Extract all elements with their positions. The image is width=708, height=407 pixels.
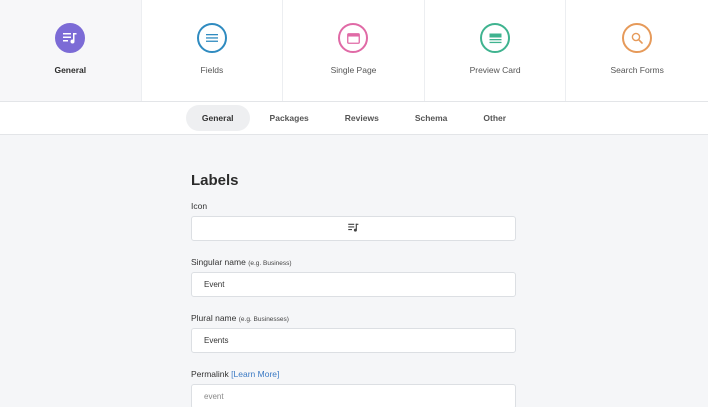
window-icon bbox=[338, 23, 369, 53]
card-icon bbox=[480, 23, 511, 53]
tab-label: Single Page bbox=[330, 65, 377, 75]
singular-name-input[interactable]: Event bbox=[191, 272, 516, 297]
icon-label: Icon bbox=[191, 201, 208, 211]
permalink-label-text: Permalink bbox=[191, 369, 229, 379]
singular-name-label: Singular name (e.g. Business) bbox=[191, 257, 516, 267]
tab-label: Preview Card bbox=[469, 65, 521, 75]
playlist-icon bbox=[348, 223, 359, 234]
tab-label: Search Forms bbox=[610, 65, 664, 75]
sub-tabs: General Packages Reviews Schema Other bbox=[0, 102, 708, 135]
plural-hint: (e.g. Businesses) bbox=[238, 316, 289, 323]
permalink-input[interactable]: event bbox=[191, 384, 516, 407]
tab-preview-card[interactable]: Preview Card bbox=[425, 0, 567, 101]
tab-fields[interactable]: Fields bbox=[142, 0, 284, 101]
plural-name-input[interactable]: Events bbox=[191, 328, 516, 353]
tab-search-forms[interactable]: Search Forms bbox=[566, 0, 708, 101]
learn-more-link[interactable]: [Learn More] bbox=[231, 369, 279, 379]
search-icon bbox=[622, 23, 653, 53]
labels-form: Labels Icon Singular name (e.g. Business… bbox=[191, 172, 516, 407]
plural-label-text: Plural name bbox=[191, 313, 237, 323]
tab-single-page[interactable]: Single Page bbox=[283, 0, 425, 101]
subtab-packages[interactable]: Packages bbox=[254, 105, 325, 131]
subtab-reviews[interactable]: Reviews bbox=[329, 105, 395, 131]
icon-picker[interactable] bbox=[191, 216, 516, 241]
singular-hint: (e.g. Business) bbox=[248, 260, 292, 267]
singular-label-text: Singular name bbox=[191, 257, 246, 267]
tab-label: General bbox=[54, 65, 87, 75]
subtab-schema[interactable]: Schema bbox=[399, 105, 464, 131]
tab-label: Fields bbox=[200, 65, 224, 75]
section-title: Labels bbox=[191, 172, 239, 189]
plural-name-label: Plural name (e.g. Businesses) bbox=[191, 313, 516, 323]
subtab-general[interactable]: General bbox=[185, 105, 250, 131]
list-icon bbox=[196, 23, 227, 53]
tab-general[interactable]: General bbox=[0, 0, 142, 101]
subtab-other[interactable]: Other bbox=[467, 105, 522, 131]
playlist-icon bbox=[55, 23, 86, 53]
permalink-label: Permalink [Learn More] bbox=[191, 369, 516, 379]
top-tabs: General Fields Single Page Preview Card … bbox=[0, 0, 708, 102]
